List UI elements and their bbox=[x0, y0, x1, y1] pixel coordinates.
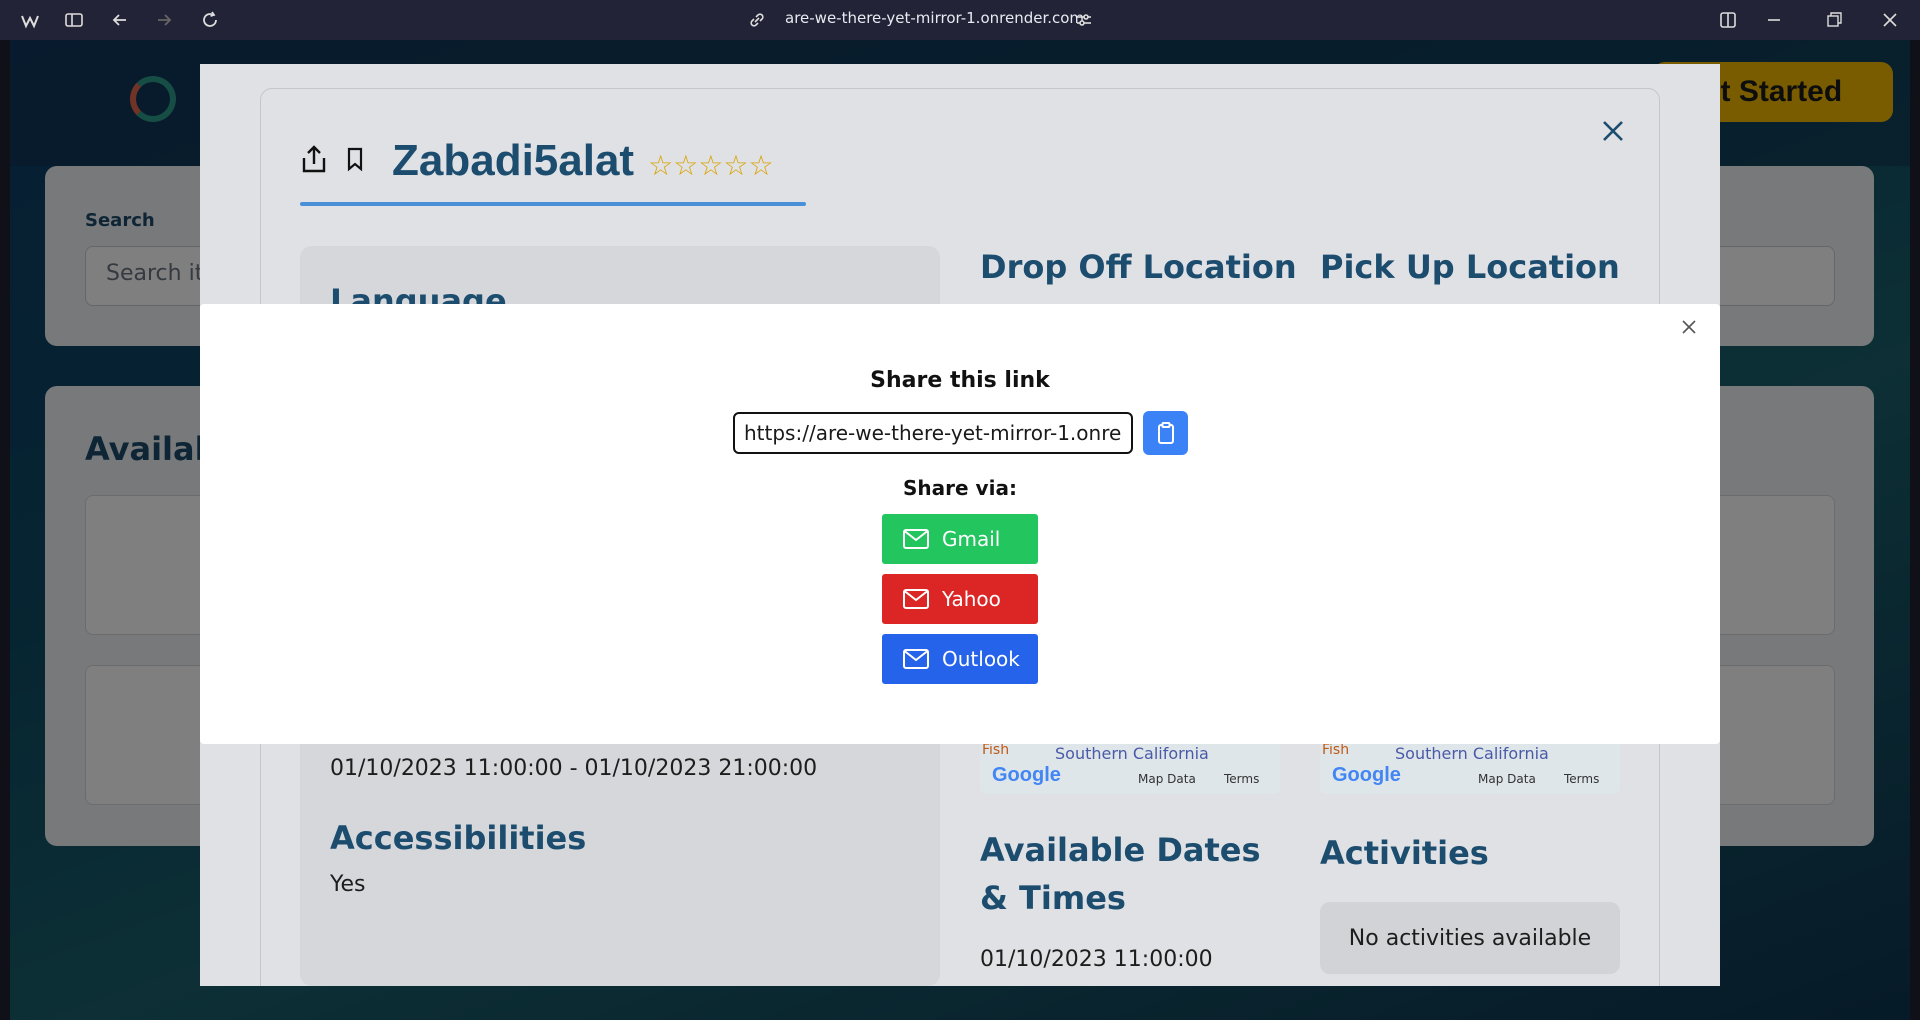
detail-title-row: Zabadi5alat ☆☆☆☆☆ bbox=[300, 136, 774, 186]
reload-icon[interactable] bbox=[198, 8, 222, 32]
available-dates-heading: Available Dates & Times bbox=[980, 831, 1261, 917]
browser-logo-icon[interactable] bbox=[18, 8, 42, 32]
mail-icon bbox=[903, 589, 929, 609]
address-bar[interactable]: are-we-there-yet-mirror-1.onrender.com bbox=[785, 9, 1084, 27]
map-region-label: Southern California bbox=[1395, 744, 1549, 763]
map-place-label: Fish bbox=[1322, 742, 1350, 758]
sidebar-toggle-icon[interactable] bbox=[62, 8, 86, 32]
map-data-link[interactable]: Map Data bbox=[1478, 772, 1536, 786]
map-place-label: Fish bbox=[982, 742, 1010, 758]
browser-chrome: are-we-there-yet-mirror-1.onrender.com bbox=[0, 0, 1920, 40]
share-heading: Share this link bbox=[870, 368, 1050, 393]
forward-icon[interactable] bbox=[152, 8, 176, 32]
map-region-label: Southern California bbox=[1055, 744, 1209, 763]
pick-up-heading: Pick Up Location bbox=[1320, 248, 1620, 286]
outlook-label: Outlook bbox=[942, 647, 1020, 671]
close-detail-icon[interactable] bbox=[1598, 116, 1628, 146]
share-via-label: Share via: bbox=[903, 476, 1017, 500]
dates-range: 01/10/2023 11:00:00 - 01/10/2023 21:00:0… bbox=[330, 756, 818, 781]
rating-stars[interactable]: ☆☆☆☆☆ bbox=[648, 149, 774, 182]
mail-icon bbox=[903, 649, 929, 669]
itinerary-title: Zabadi5alat bbox=[392, 136, 635, 185]
mail-icon bbox=[903, 529, 929, 549]
link-icon bbox=[745, 8, 769, 32]
gmail-label: Gmail bbox=[942, 527, 1001, 551]
bookmark-icon[interactable] bbox=[342, 146, 368, 176]
available-dates-value: 01/10/2023 11:00:00 bbox=[980, 947, 1213, 972]
accessibilities-heading: Accessibilities bbox=[330, 819, 587, 857]
close-window-icon[interactable] bbox=[1878, 8, 1902, 32]
title-underline bbox=[300, 202, 806, 206]
clipboard-icon bbox=[1157, 422, 1174, 444]
restore-icon[interactable] bbox=[1822, 8, 1846, 32]
share-modal: Share this link Share via: Gmail Yahoo O… bbox=[200, 304, 1720, 744]
share-gmail-button[interactable]: Gmail bbox=[882, 514, 1038, 564]
map-data-link[interactable]: Map Data bbox=[1138, 772, 1196, 786]
activities-heading: Activities bbox=[1320, 834, 1489, 872]
google-logo: Google bbox=[992, 764, 1061, 786]
google-logo: Google bbox=[1332, 764, 1401, 786]
yahoo-label: Yahoo bbox=[942, 587, 1001, 611]
split-view-icon[interactable] bbox=[1716, 8, 1740, 32]
drop-off-heading: Drop Off Location bbox=[980, 248, 1297, 286]
share-link-input[interactable] bbox=[733, 412, 1133, 454]
site-settings-icon[interactable] bbox=[1072, 8, 1096, 32]
accessibilities-value: Yes bbox=[330, 872, 366, 897]
activities-empty-state: No activities available bbox=[1320, 902, 1620, 974]
back-icon[interactable] bbox=[108, 8, 132, 32]
pick-up-map[interactable]: Fish Southern California Google Map Data… bbox=[1320, 742, 1620, 794]
share-icon[interactable] bbox=[300, 144, 328, 178]
copy-link-button[interactable] bbox=[1143, 411, 1188, 455]
close-share-icon[interactable] bbox=[1680, 318, 1698, 336]
share-outlook-button[interactable]: Outlook bbox=[882, 634, 1038, 684]
share-yahoo-button[interactable]: Yahoo bbox=[882, 574, 1038, 624]
map-terms-link[interactable]: Terms bbox=[1224, 772, 1259, 786]
map-terms-link[interactable]: Terms bbox=[1564, 772, 1599, 786]
drop-off-map[interactable]: Fish Southern California Google Map Data… bbox=[980, 742, 1280, 794]
minimize-icon[interactable] bbox=[1762, 8, 1786, 32]
